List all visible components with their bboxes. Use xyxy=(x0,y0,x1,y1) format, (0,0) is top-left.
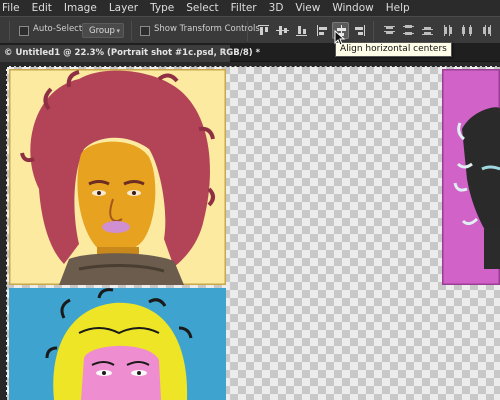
menu-image[interactable]: Image xyxy=(58,0,103,16)
portrait-tile-yellow[interactable] xyxy=(9,69,226,285)
options-bar: Auto-Select: Group ▾ Show Transform Cont… xyxy=(0,16,500,44)
show-transform-label: Show Transform Controls xyxy=(154,24,260,34)
distribute-right-icon[interactable] xyxy=(478,22,495,39)
auto-select-checkbox[interactable] xyxy=(19,26,29,36)
menu-layer[interactable]: Layer xyxy=(103,0,144,16)
align-top-edges-icon[interactable] xyxy=(255,22,272,39)
align-left-edges-icon[interactable] xyxy=(314,22,331,39)
menu-view[interactable]: View xyxy=(289,0,326,16)
close-icon[interactable]: × xyxy=(219,45,226,61)
distribute-vcenter-icon[interactable] xyxy=(400,22,417,39)
dropdown-arrow-icon: ▾ xyxy=(116,27,120,35)
portrait-tile-magenta[interactable] xyxy=(442,69,500,285)
separator xyxy=(247,21,248,41)
menu-bar: File Edit Image Layer Type Select Filter… xyxy=(0,0,500,16)
separator xyxy=(131,21,132,41)
canvas-area[interactable] xyxy=(0,62,500,400)
menu-type[interactable]: Type xyxy=(144,0,180,16)
distribute-bottom-icon[interactable] xyxy=(419,22,436,39)
distribute-hcenter-icon[interactable] xyxy=(459,22,476,39)
tooltip: Align horizontal centers xyxy=(335,42,452,57)
distribute-left-icon[interactable] xyxy=(440,22,457,39)
document-tab[interactable]: © Untitled1 @ 22.3% (Portrait shot #1c.p… xyxy=(0,45,260,62)
menu-filter[interactable]: Filter xyxy=(225,0,263,16)
menu-file[interactable]: File xyxy=(0,0,26,16)
show-transform-checkbox[interactable] xyxy=(140,26,150,36)
portrait-tile-blue[interactable] xyxy=(9,288,226,400)
menu-window[interactable]: Window xyxy=(326,0,379,16)
align-right-edges-icon[interactable] xyxy=(351,22,368,39)
mouse-cursor-icon xyxy=(334,30,346,46)
document-canvas[interactable] xyxy=(6,66,500,400)
menu-3d[interactable]: 3D xyxy=(263,0,290,16)
separator xyxy=(9,21,10,41)
auto-select-dropdown[interactable]: Group ▾ xyxy=(82,23,124,38)
align-vertical-centers-icon[interactable] xyxy=(274,22,291,39)
menu-help[interactable]: Help xyxy=(380,0,416,16)
align-bottom-edges-icon[interactable] xyxy=(293,22,310,39)
auto-select-value: Group xyxy=(89,26,115,36)
menu-select[interactable]: Select xyxy=(180,0,224,16)
distribute-top-icon[interactable] xyxy=(381,22,398,39)
separator xyxy=(373,21,374,41)
auto-select-label: Auto-Select: xyxy=(33,24,86,34)
menu-edit[interactable]: Edit xyxy=(26,0,58,16)
